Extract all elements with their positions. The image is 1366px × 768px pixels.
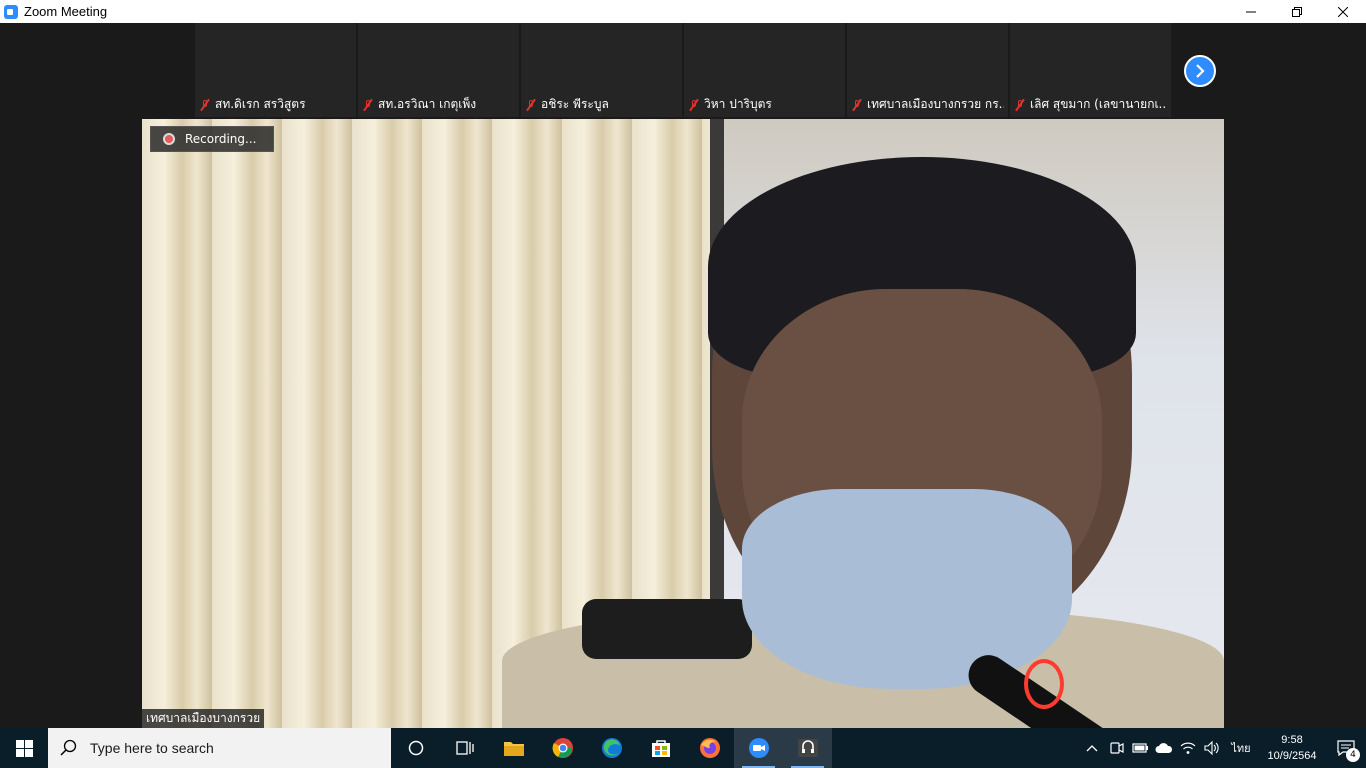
restore-button[interactable] bbox=[1274, 0, 1320, 23]
speaker-chair bbox=[582, 599, 752, 659]
participant-tile[interactable]: วิหา ปาริบุตร bbox=[684, 23, 845, 117]
next-page-button[interactable] bbox=[1184, 55, 1216, 87]
participant-name: วิหา ปาริบุตร bbox=[704, 97, 772, 111]
taskbar: Type here to search ไทย 9:58 10/9/2564 4 bbox=[0, 728, 1366, 768]
participant-name: สท.ดิเรก สรวิสูตร bbox=[215, 97, 306, 111]
task-view-icon bbox=[455, 741, 474, 755]
zoom-icon bbox=[748, 738, 769, 758]
edge-button[interactable] bbox=[587, 728, 636, 768]
participant-tile[interactable]: เลิศ สุขมาก (เลขานายกเ... bbox=[1010, 23, 1171, 117]
participant-name: เลิศ สุขมาก (เลขานายกเ... bbox=[1030, 97, 1167, 111]
recording-label: Recording... bbox=[185, 132, 257, 146]
active-speaker-video[interactable]: Recording... เทศบาลเมืองบางกรวย bbox=[142, 119, 1224, 728]
windows-logo-icon bbox=[15, 739, 33, 757]
microphone-light bbox=[1024, 659, 1064, 709]
speaker-face-mask bbox=[742, 489, 1072, 689]
clock[interactable]: 9:58 10/9/2564 bbox=[1258, 732, 1326, 764]
participant-label: สท.ดิเรก สรวิสูตร bbox=[199, 95, 352, 114]
close-button[interactable] bbox=[1320, 0, 1366, 23]
recording-indicator[interactable]: Recording... bbox=[150, 126, 274, 152]
meeting-area: สท.ดิเรก สรวิสูตร สท.อรวิณา เกตุเพ็ง อชิ… bbox=[0, 23, 1366, 728]
meet-now-button[interactable] bbox=[1104, 728, 1128, 768]
mic-muted-icon bbox=[362, 98, 374, 111]
speaker-name: เทศบาลเมืองบางกรวย bbox=[146, 711, 261, 725]
system-tray: ไทย 9:58 10/9/2564 4 bbox=[1080, 728, 1366, 768]
restore-icon bbox=[1292, 6, 1302, 17]
participant-label: สท.อรวิณา เกตุเพ็ง bbox=[362, 95, 515, 114]
participant-tile[interactable]: อชิระ พีระบูล bbox=[521, 23, 682, 117]
cortana-icon bbox=[408, 740, 423, 756]
search-icon bbox=[60, 739, 77, 756]
window-title: Zoom Meeting bbox=[24, 4, 108, 19]
participant-name: อชิระ พีระบูล bbox=[541, 97, 609, 111]
minimize-icon bbox=[1246, 11, 1256, 12]
participant-tile[interactable]: สท.ดิเรก สรวิสูตร bbox=[195, 23, 356, 117]
mic-muted-icon bbox=[1014, 98, 1026, 111]
participant-label: เลิศ สุขมาก (เลขานายกเ... bbox=[1014, 95, 1167, 114]
battery-icon bbox=[1132, 743, 1148, 753]
file-explorer-button[interactable] bbox=[489, 728, 538, 768]
window-controls bbox=[1228, 0, 1366, 23]
participant-name: สท.อรวิณา เกตุเพ็ง bbox=[378, 97, 477, 111]
battery-button[interactable] bbox=[1128, 728, 1152, 768]
close-icon bbox=[1338, 6, 1348, 17]
task-view-button[interactable] bbox=[440, 728, 489, 768]
taskbar-search-box[interactable]: Type here to search bbox=[48, 728, 391, 768]
onedrive-button[interactable] bbox=[1152, 728, 1176, 768]
file-explorer-icon bbox=[503, 742, 524, 756]
participant-name: เทศบาลเมืองบางกรวย กร... bbox=[867, 97, 1004, 111]
edge-icon bbox=[601, 738, 622, 758]
input-language-button[interactable]: ไทย bbox=[1224, 728, 1258, 768]
zoom-button[interactable] bbox=[734, 728, 783, 768]
title-bar: Zoom Meeting bbox=[0, 0, 1366, 23]
recording-dot-icon bbox=[163, 133, 175, 145]
firefox-button[interactable] bbox=[685, 728, 734, 768]
network-button[interactable] bbox=[1176, 728, 1200, 768]
clock-date: 10/9/2564 bbox=[1267, 750, 1317, 762]
volume-button[interactable] bbox=[1200, 728, 1224, 768]
search-placeholder: Type here to search bbox=[90, 740, 214, 756]
chevron-up-icon bbox=[1086, 745, 1098, 752]
speaker-icon bbox=[1204, 741, 1219, 755]
participant-label: เทศบาลเมืองบางกรวย กร... bbox=[851, 95, 1004, 114]
chrome-button[interactable] bbox=[538, 728, 587, 768]
chevron-right-icon bbox=[1196, 64, 1205, 78]
obs-button[interactable] bbox=[783, 728, 832, 768]
mic-muted-icon bbox=[199, 98, 211, 111]
chrome-icon bbox=[552, 738, 573, 758]
speaker-name-tag: เทศบาลเมืองบางกรวย bbox=[142, 709, 265, 728]
cloud-icon bbox=[1155, 743, 1173, 753]
cortana-button[interactable] bbox=[391, 728, 440, 768]
obs-icon bbox=[797, 739, 818, 757]
clock-time: 9:58 bbox=[1281, 734, 1303, 746]
participant-label: อชิระ พีระบูล bbox=[525, 95, 678, 114]
mic-muted-icon bbox=[525, 98, 537, 111]
action-center-button[interactable]: 4 bbox=[1326, 728, 1366, 768]
minimize-button[interactable] bbox=[1228, 0, 1274, 23]
mic-muted-icon bbox=[851, 98, 863, 111]
participant-label: วิหา ปาริบุตร bbox=[688, 95, 841, 114]
zoom-app-icon bbox=[4, 4, 18, 19]
firefox-icon bbox=[699, 738, 720, 758]
camera-icon bbox=[1110, 742, 1124, 754]
participant-tile[interactable]: เทศบาลเมืองบางกรวย กร... bbox=[847, 23, 1008, 117]
start-button[interactable] bbox=[0, 728, 48, 768]
notification-count: 4 bbox=[1346, 748, 1360, 762]
mic-muted-icon bbox=[688, 98, 700, 111]
store-icon bbox=[651, 740, 670, 757]
show-hidden-icons-button[interactable] bbox=[1080, 728, 1104, 768]
store-button[interactable] bbox=[636, 728, 685, 768]
participant-tile[interactable]: สท.อรวิณา เกตุเพ็ง bbox=[358, 23, 519, 117]
wifi-icon bbox=[1180, 742, 1196, 754]
participant-strip: สท.ดิเรก สรวิสูตร สท.อรวิณา เกตุเพ็ง อชิ… bbox=[195, 23, 1171, 117]
